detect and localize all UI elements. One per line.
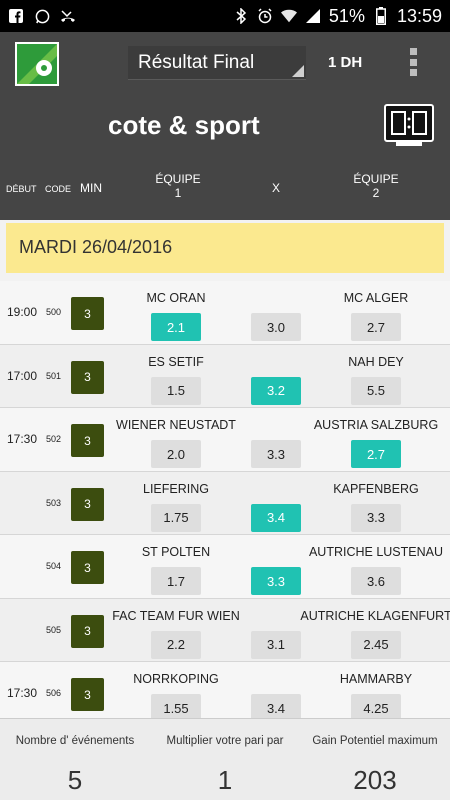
odd-button-1[interactable]: 2.2 [151,630,201,659]
match-code: 504 [46,561,62,571]
odd-button-x[interactable]: 3.2 [251,376,301,405]
odd-button-2[interactable]: 2.7 [351,440,401,468]
odd-button-1[interactable]: 2.0 [151,440,201,468]
status-bar: 51% 13:59 [0,0,450,32]
match-team2: AUTRICHE KLAGENFURT [300,608,450,623]
match-team2: AUSTRIA SALZBURG [313,418,439,432]
match-code: 506 [46,688,62,698]
match-team2: AUTRICHE LUSTENAU [308,545,444,559]
odd-button-2[interactable]: 5.5 [351,376,401,405]
col-team1: ÉQUIPE 1 [155,172,201,200]
events-label: Nombre d' événements [15,735,135,747]
odd-button-x[interactable]: 3.0 [251,313,301,341]
clock-time: 13:59 [396,5,442,26]
match-team1: WIENER NEUSTADT [116,418,236,432]
dropdown-arrow-icon [292,65,304,77]
scoreboard-icon[interactable] [384,104,434,142]
overflow-menu-icon[interactable] [410,48,418,76]
match-team1: ST POLTEN [141,545,211,559]
odd-button-2[interactable]: 3.3 [351,503,401,532]
match-row: 505 3 FAC TEAM FUR WIEN AUTRICHE KLAGENFURT… [0,598,450,662]
odd-button-x[interactable]: 3.3 [251,567,301,595]
match-time: 19:00 [7,305,38,319]
app-logo[interactable] [15,42,59,86]
col-debut: DÉBUT [6,184,37,194]
odd-button-2[interactable]: 2.45 [351,630,401,659]
gain-label: Gain Potentiel maximum [312,735,438,747]
dropdown-label: Résultat Final [138,52,255,73]
odd-button-1[interactable]: 2.1 [151,313,201,341]
date-banner: MARDI 26/04/2016 [6,223,444,273]
stake-amount[interactable]: 1 DH [328,54,362,71]
battery-icon [373,7,389,25]
match-team1: NORRKOPING [133,672,219,686]
match-team2: KAPFENBERG [333,481,419,496]
multiplier-label: Multiplier votre pari par [166,735,284,747]
battery-percent: 51% [328,5,365,26]
match-row: 17:30 502 3 WIENER NEUSTADT AUSTRIA SALZBURG… [0,408,450,472]
col-team2: ÉQUIPE 2 [353,172,399,200]
app-header: Résultat Final 1 DH cote & sport DÉBUT C… [0,32,450,220]
match-list: 19:00 500 3 MC ORAN MC ALGER 2.1 3.0 2.7 17:00 50… [0,281,450,726]
col-code: CODE [45,184,72,194]
whatsapp-icon [34,8,50,24]
match-row: 19:00 500 3 MC ORAN MC ALGER 2.1 3.0 2.7 [0,281,450,345]
odd-button-2[interactable]: 2.7 [351,313,401,341]
match-row: 17:00 501 3 ES SETIF NAH DEY 1.5 3.2 5.5 [0,344,450,408]
odd-button-1[interactable]: 1.7 [151,567,201,595]
match-code: 501 [46,370,62,381]
odd-button-1[interactable]: 1.75 [151,503,201,532]
match-team2: HAMMARBY [339,672,413,686]
match-row: 503 3 LIEFERING KAPFENBERG 1.75 3.4 3.3 [0,471,450,535]
match-row: 17:30 506 3 NORRKOPING HAMMARBY 1.55 3.4 4.25 [0,662,450,726]
missed-call-icon [60,8,76,24]
wifi-icon [280,8,297,24]
brand-title: cote & sport [108,110,260,140]
match-team2: MC ALGER [343,291,409,305]
signal-icon [305,8,321,24]
match-team2: NAH DEY [348,354,404,369]
match-code: 500 [46,307,62,317]
bluetooth-icon [233,8,249,24]
match-team1: LIEFERING [143,481,209,496]
match-time: 17:00 [7,368,38,383]
events-count: 5 [67,765,83,795]
odd-button-x[interactable]: 3.4 [251,503,301,532]
col-x: X [272,181,281,195]
odd-button-1[interactable]: 1.5 [151,376,201,405]
odd-button-x[interactable]: 3.1 [251,630,301,659]
match-time: 17:30 [7,686,38,700]
scoreboard-stand [396,142,422,146]
result-type-dropdown[interactable]: Résultat Final [128,46,306,80]
odd-button-2[interactable]: 3.6 [351,567,401,595]
match-code: 502 [46,434,62,444]
match-row: 504 3 ST POLTEN AUTRICHE LUSTENAU 1.7 3.3 3.6 [0,535,450,599]
odd-button-x[interactable]: 3.3 [251,440,301,468]
gain-value: 203 [353,765,397,795]
bet-summary-footer: Nombre d' événements 5 Multiplier votre … [0,718,450,800]
match-code: 503 [46,497,62,508]
match-team1: FAC TEAM FUR WIEN [112,608,240,623]
match-code: 505 [46,624,62,635]
date-label: MARDI 26/04/2016 [19,237,173,257]
match-team1: ES SETIF [148,354,204,369]
match-team1: MC ORAN [146,291,206,305]
alarm-icon [257,8,273,24]
facebook-icon [8,8,24,24]
multiplier-value[interactable]: 1 [150,765,300,796]
match-time: 17:30 [7,432,38,446]
col-min: MIN [80,181,102,195]
